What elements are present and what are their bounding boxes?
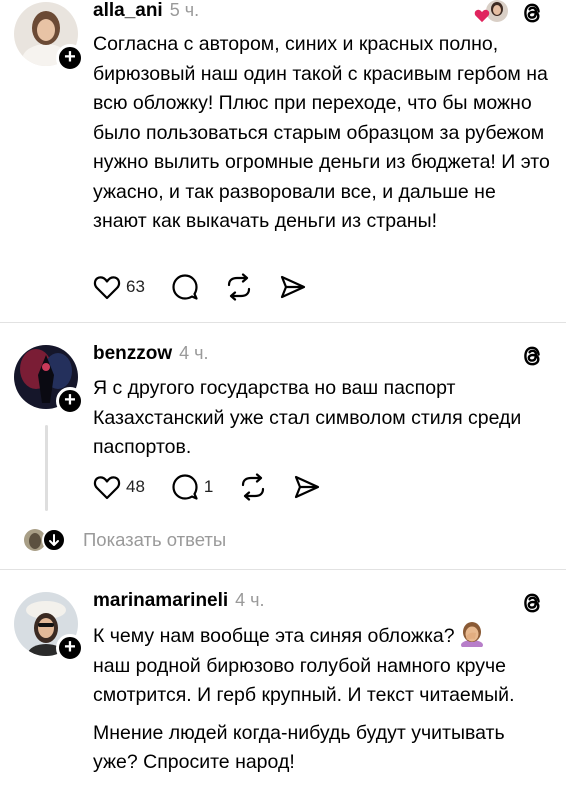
post-marinamarineli: + marinamarineli 4 ч. К чему нам вообще … [0,570,566,800]
like-count: 48 [126,477,145,496]
repost-icon [227,273,251,301]
action-bar: 63 [93,272,333,302]
follow-plus-icon[interactable]: + [56,634,84,662]
threads-icon[interactable] [520,0,544,26]
post-text: Я с другого государства но ваш паспорт К… [93,377,522,458]
reply-button[interactable] [171,273,199,301]
heart-icon [93,476,121,500]
follow-plus-icon[interactable]: + [56,387,84,415]
send-icon [295,475,320,499]
like-count: 63 [126,277,145,296]
avatar-wrapper[interactable]: + [14,592,84,662]
repost-button[interactable] [225,273,253,301]
post-benzzow: + benzzow 4 ч. Я с другого государства н… [0,323,566,569]
like-button[interactable]: 48 [93,474,145,500]
reply-button[interactable]: 1 [171,473,213,501]
username[interactable]: marinamarineli [93,590,228,612]
repost-button[interactable] [239,473,267,501]
avatar-wrapper[interactable]: + [14,2,84,72]
post-header: benzzow 4 ч. [93,343,209,369]
action-bar: 48 1 [93,472,347,502]
post-text-rest: наш родной бирюзово голубой намного круч… [93,654,515,707]
follow-plus-icon[interactable]: + [56,44,84,72]
threads-icon[interactable] [520,590,544,616]
reply-count: 1 [203,477,214,496]
arrow-down-icon [42,528,66,552]
share-button[interactable] [293,474,321,500]
post-header: marinamarineli 4 ч. [93,590,265,616]
repost-icon [242,473,265,501]
facepalm-emoji-icon [460,622,483,647]
heart-icon [93,276,121,300]
show-replies-row[interactable]: Показать ответы [24,525,226,555]
threads-icon[interactable] [520,343,544,369]
post-text-line1: К чему нам вообще эта синяя обложка? [93,625,455,647]
post-text: К чему нам вообще эта синяя обложка? наш… [93,621,553,778]
heart-reaction-icon [474,9,490,22]
timestamp: 4 ч. [179,343,209,363]
share-button[interactable] [279,274,307,300]
like-button[interactable]: 63 [93,274,145,300]
timestamp: 5 ч. [169,0,200,20]
thread-line [45,425,48,511]
comment-icon [172,274,198,300]
show-replies-link[interactable]: Показать ответы [83,529,226,551]
timestamp: 4 ч. [235,590,265,610]
comment-icon [172,474,198,500]
username[interactable]: benzzow [93,343,172,365]
avatar-wrapper[interactable]: + [14,345,84,415]
post-alla-ani: + alla_ani 5 ч. Согласна с автором, сини… [0,0,566,322]
post-text-paragraph-2: Мнение людей когда-нибудь будут учитыват… [93,721,505,774]
username[interactable]: alla_ani [93,0,163,22]
send-icon [280,275,306,299]
reaction-avatars[interactable] [474,0,508,22]
post-header: alla_ani 5 ч. [93,0,199,26]
post-text: Согласна с автором, синих и красных полн… [93,33,550,232]
